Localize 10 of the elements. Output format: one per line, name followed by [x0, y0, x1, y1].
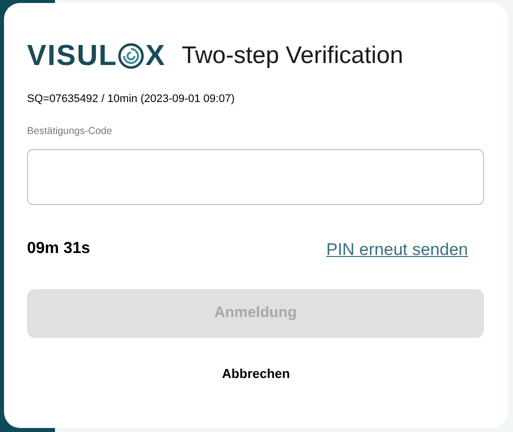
countdown-timer: 09m 31s [27, 239, 90, 260]
resend-pin-link[interactable]: PIN erneut senden [326, 236, 468, 262]
request-info: SQ=07635492 / 10min (2023-09-01 09:07) [27, 92, 236, 107]
swirl-icon [118, 43, 144, 69]
logo-text: X [145, 42, 166, 70]
dialog-title: Two-step Verification [182, 41, 404, 71]
field-label: Bestätigungs-Code [27, 124, 114, 138]
logo-text: VISUL [27, 42, 118, 70]
cancel-button[interactable]: Abbrechen [222, 364, 290, 384]
code-input-field[interactable] [27, 148, 484, 204]
